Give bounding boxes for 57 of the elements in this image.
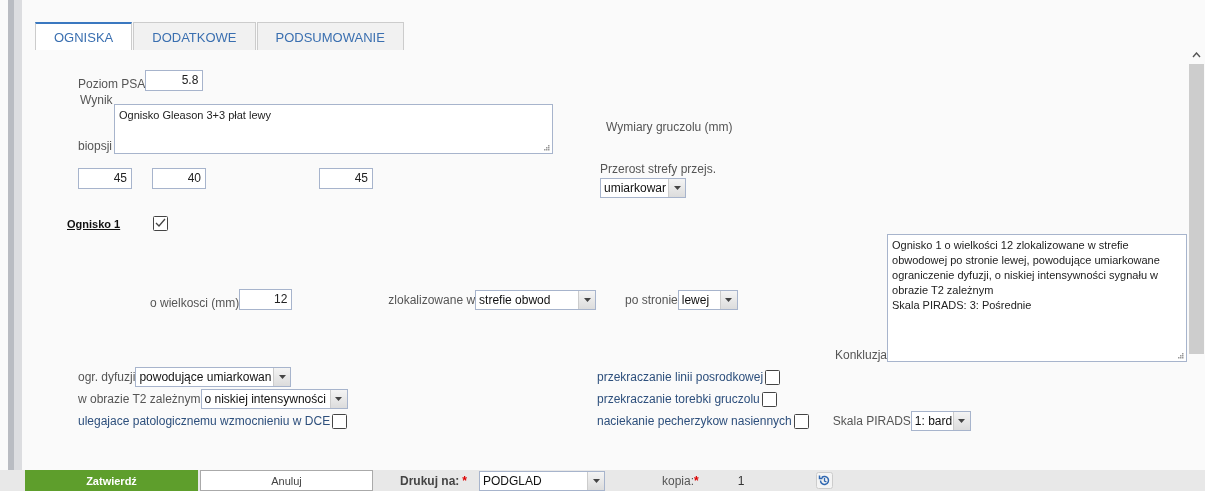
field-label: Wynik bbox=[80, 93, 113, 107]
section-title: Ognisko 1 bbox=[67, 217, 122, 230]
text-input[interactable]: 45 bbox=[78, 168, 132, 189]
dropdown[interactable]: PODGLAD bbox=[479, 470, 605, 491]
required-mark: * bbox=[462, 473, 467, 488]
text-input[interactable]: 40 bbox=[152, 168, 206, 189]
caret-icon bbox=[958, 419, 966, 423]
scroll-up-icon[interactable] bbox=[1192, 52, 1201, 58]
resize-grip-icon[interactable] bbox=[1178, 353, 1185, 359]
caret-icon bbox=[583, 298, 591, 302]
text-area[interactable]: Ognisko Gleason 3+3 płat lewy bbox=[114, 104, 553, 154]
field-label: przekraczanie linii posrodkowej bbox=[597, 370, 764, 384]
tab[interactable]: PODSUMOWANIE bbox=[256, 22, 404, 50]
field-label: zlokalizowane w bbox=[388, 293, 476, 307]
checkbox[interactable] bbox=[761, 391, 777, 407]
checkbox[interactable] bbox=[793, 413, 809, 429]
field-label: Skala PIRADS bbox=[832, 414, 911, 428]
dropdown[interactable]: lewej bbox=[677, 290, 738, 310]
checkbox[interactable] bbox=[153, 216, 168, 231]
field-label: o wielkosci (mm) bbox=[150, 296, 240, 310]
dropdown[interactable]: 1: bard bbox=[910, 411, 971, 431]
required-mark: * bbox=[694, 473, 699, 488]
scrollbar-thumb[interactable] bbox=[1189, 64, 1204, 354]
caret-icon bbox=[278, 375, 286, 379]
history-icon[interactable] bbox=[816, 472, 834, 489]
caret-icon bbox=[335, 397, 342, 401]
dropdown[interactable]: powodujące umiarkowan bbox=[135, 367, 292, 387]
field-label: w obrazie T2 zależnym bbox=[78, 392, 201, 406]
dropdown[interactable]: o niskiej intensywności bbox=[200, 389, 348, 409]
tab[interactable]: DODATKOWE bbox=[133, 22, 256, 50]
field-label: naciekanie pecherzykow nasiennych bbox=[597, 414, 792, 428]
field-label: ogr. dyfuzji bbox=[78, 370, 136, 384]
copies-label: kopia: bbox=[662, 473, 695, 488]
text-area[interactable]: Ognisko 1 o wielkości 12 zlokalizowane w strefie obwodowej po stronie lewej, powodujące umiarkowane ograniczenie dyfuzji, o niskiej intensywności sygnału w obrazie T2 zależnym Skala PIRADS: 3: Pośrednie bbox=[887, 234, 1188, 362]
copies-value: 1 bbox=[737, 473, 745, 488]
field-label: Konkluzja bbox=[835, 348, 888, 362]
tab[interactable]: OGNISKA bbox=[35, 22, 133, 50]
field-label: ulegajace patologicznemu wzmocnieniu w DCE bbox=[78, 414, 331, 428]
resize-grip-icon[interactable] bbox=[544, 145, 550, 151]
print-label: Drukuj na: bbox=[400, 473, 460, 488]
field-label: Wymiary gruczolu (mm) bbox=[606, 120, 733, 134]
cancel-button[interactable]: Anuluj bbox=[200, 470, 373, 491]
checkbox[interactable] bbox=[332, 413, 348, 429]
caret-icon bbox=[592, 478, 600, 483]
field-label: Poziom PSA bbox=[78, 77, 146, 91]
text-input[interactable]: 12 bbox=[239, 289, 293, 310]
checkbox[interactable] bbox=[765, 369, 781, 385]
dropdown[interactable]: umiarkowar bbox=[600, 178, 686, 198]
field-label: biopsji bbox=[78, 139, 114, 153]
caret-icon bbox=[673, 186, 681, 190]
field-label: przekraczanie torebki gruczolu bbox=[597, 392, 760, 406]
text-input[interactable]: 45 bbox=[319, 168, 373, 189]
caret-icon bbox=[725, 298, 733, 302]
dropdown[interactable]: strefie obwod bbox=[475, 290, 597, 310]
field-label: Przerost strefy przejs. bbox=[600, 162, 717, 176]
field-label: po stronie bbox=[625, 293, 678, 307]
text-input[interactable]: 5.8 bbox=[145, 70, 204, 91]
